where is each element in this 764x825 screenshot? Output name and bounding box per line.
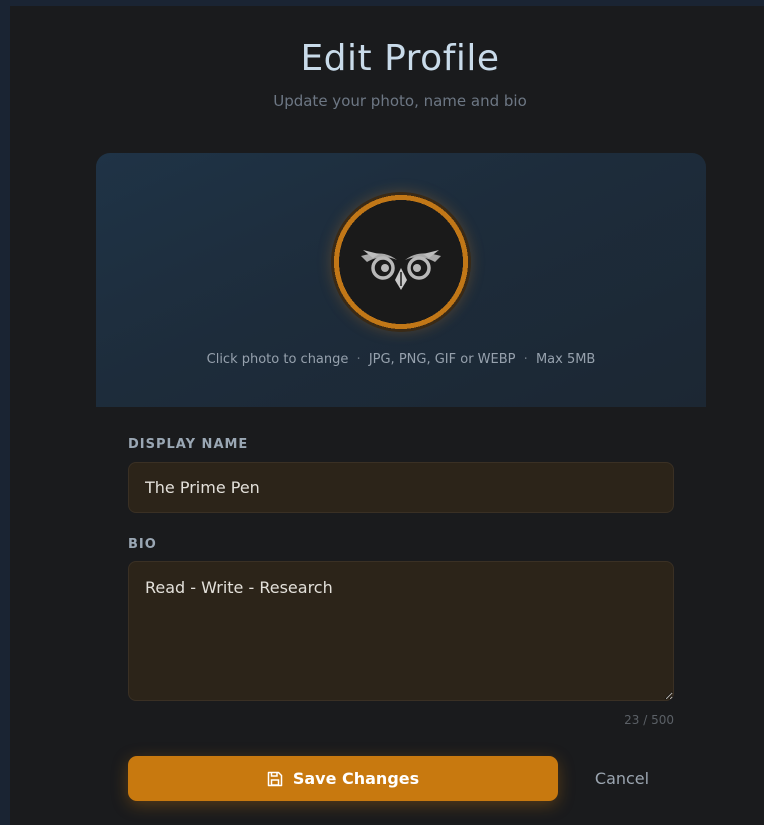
owl-icon [361, 250, 441, 290]
page-title: Edit Profile [300, 38, 500, 79]
photo-hint-size: Max 5MB [535, 352, 596, 367]
bio-label: BIO [128, 537, 157, 552]
hint-separator: · [523, 352, 528, 367]
edit-profile-panel [10, 6, 764, 825]
hint-separator: · [356, 352, 361, 367]
bio-textarea[interactable]: Read - Write - Research [128, 561, 674, 701]
save-changes-button[interactable]: Save Changes [128, 756, 558, 801]
save-button-label: Save Changes [292, 769, 420, 788]
display-name-input[interactable] [128, 462, 674, 513]
floppy-disk-icon [267, 771, 283, 786]
avatar-upload[interactable] [331, 192, 471, 332]
page-subtitle: Update your photo, name and bio [273, 92, 527, 110]
photo-hint: Click photo to change · JPG, PNG, GIF or… [96, 352, 706, 367]
display-name-label: DISPLAY NAME [128, 437, 249, 452]
photo-hint-formats: JPG, PNG, GIF or WEBP [368, 352, 516, 367]
bio-char-counter: 23 / 500 [624, 713, 674, 727]
cancel-button[interactable]: Cancel [576, 756, 668, 801]
photo-hint-click: Click photo to change [206, 352, 349, 367]
